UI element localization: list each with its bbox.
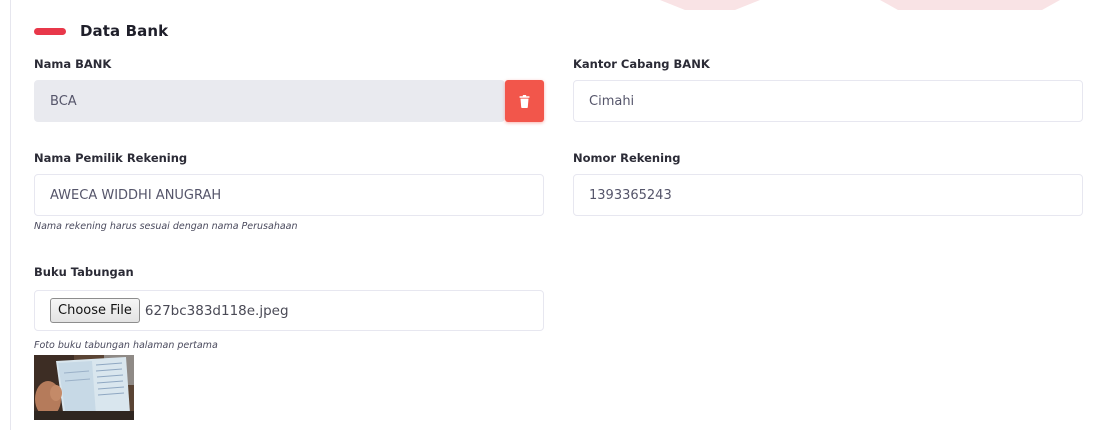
choose-file-button[interactable]: Choose File — [50, 298, 140, 323]
passbook-hint: Foto buku tabungan halaman pertama — [34, 340, 218, 351]
passbook-thumbnail — [34, 355, 134, 420]
trash-icon — [519, 94, 530, 108]
account-number-value: 1393365243 — [589, 187, 672, 203]
bank-name-field[interactable]: BCA — [34, 80, 505, 122]
account-holder-label: Nama Pemilik Rekening — [34, 151, 188, 165]
account-holder-value: AWECA WIDDHI ANUGRAH — [50, 187, 222, 203]
branch-label: Kantor Cabang BANK — [573, 57, 710, 71]
passbook-label: Buku Tabungan — [34, 265, 134, 279]
header-decoration — [880, 0, 1060, 10]
account-number-input[interactable]: 1393365243 — [573, 174, 1083, 216]
section-header: Data Bank — [34, 18, 168, 44]
account-number-label: Nomor Rekening — [573, 151, 681, 165]
bank-name-label: Nama BANK — [34, 57, 112, 71]
selected-file-name: 627bc383d118e.jpeg — [144, 302, 289, 319]
section-title: Data Bank — [80, 22, 169, 40]
section-accent-bar — [34, 27, 66, 35]
branch-input[interactable]: Cimahi — [573, 80, 1083, 122]
bank-name-value: BCA — [50, 93, 77, 109]
delete-bank-button[interactable] — [505, 80, 544, 122]
account-holder-input[interactable]: AWECA WIDDHI ANUGRAH — [34, 174, 544, 216]
passbook-file-input[interactable]: Choose File 627bc383d118e.jpeg — [34, 290, 544, 331]
account-holder-hint: Nama rekening harus sesuai dengan nama P… — [34, 221, 298, 232]
header-decoration — [660, 0, 760, 10]
content-left-border — [10, 0, 11, 430]
branch-value: Cimahi — [589, 93, 635, 109]
